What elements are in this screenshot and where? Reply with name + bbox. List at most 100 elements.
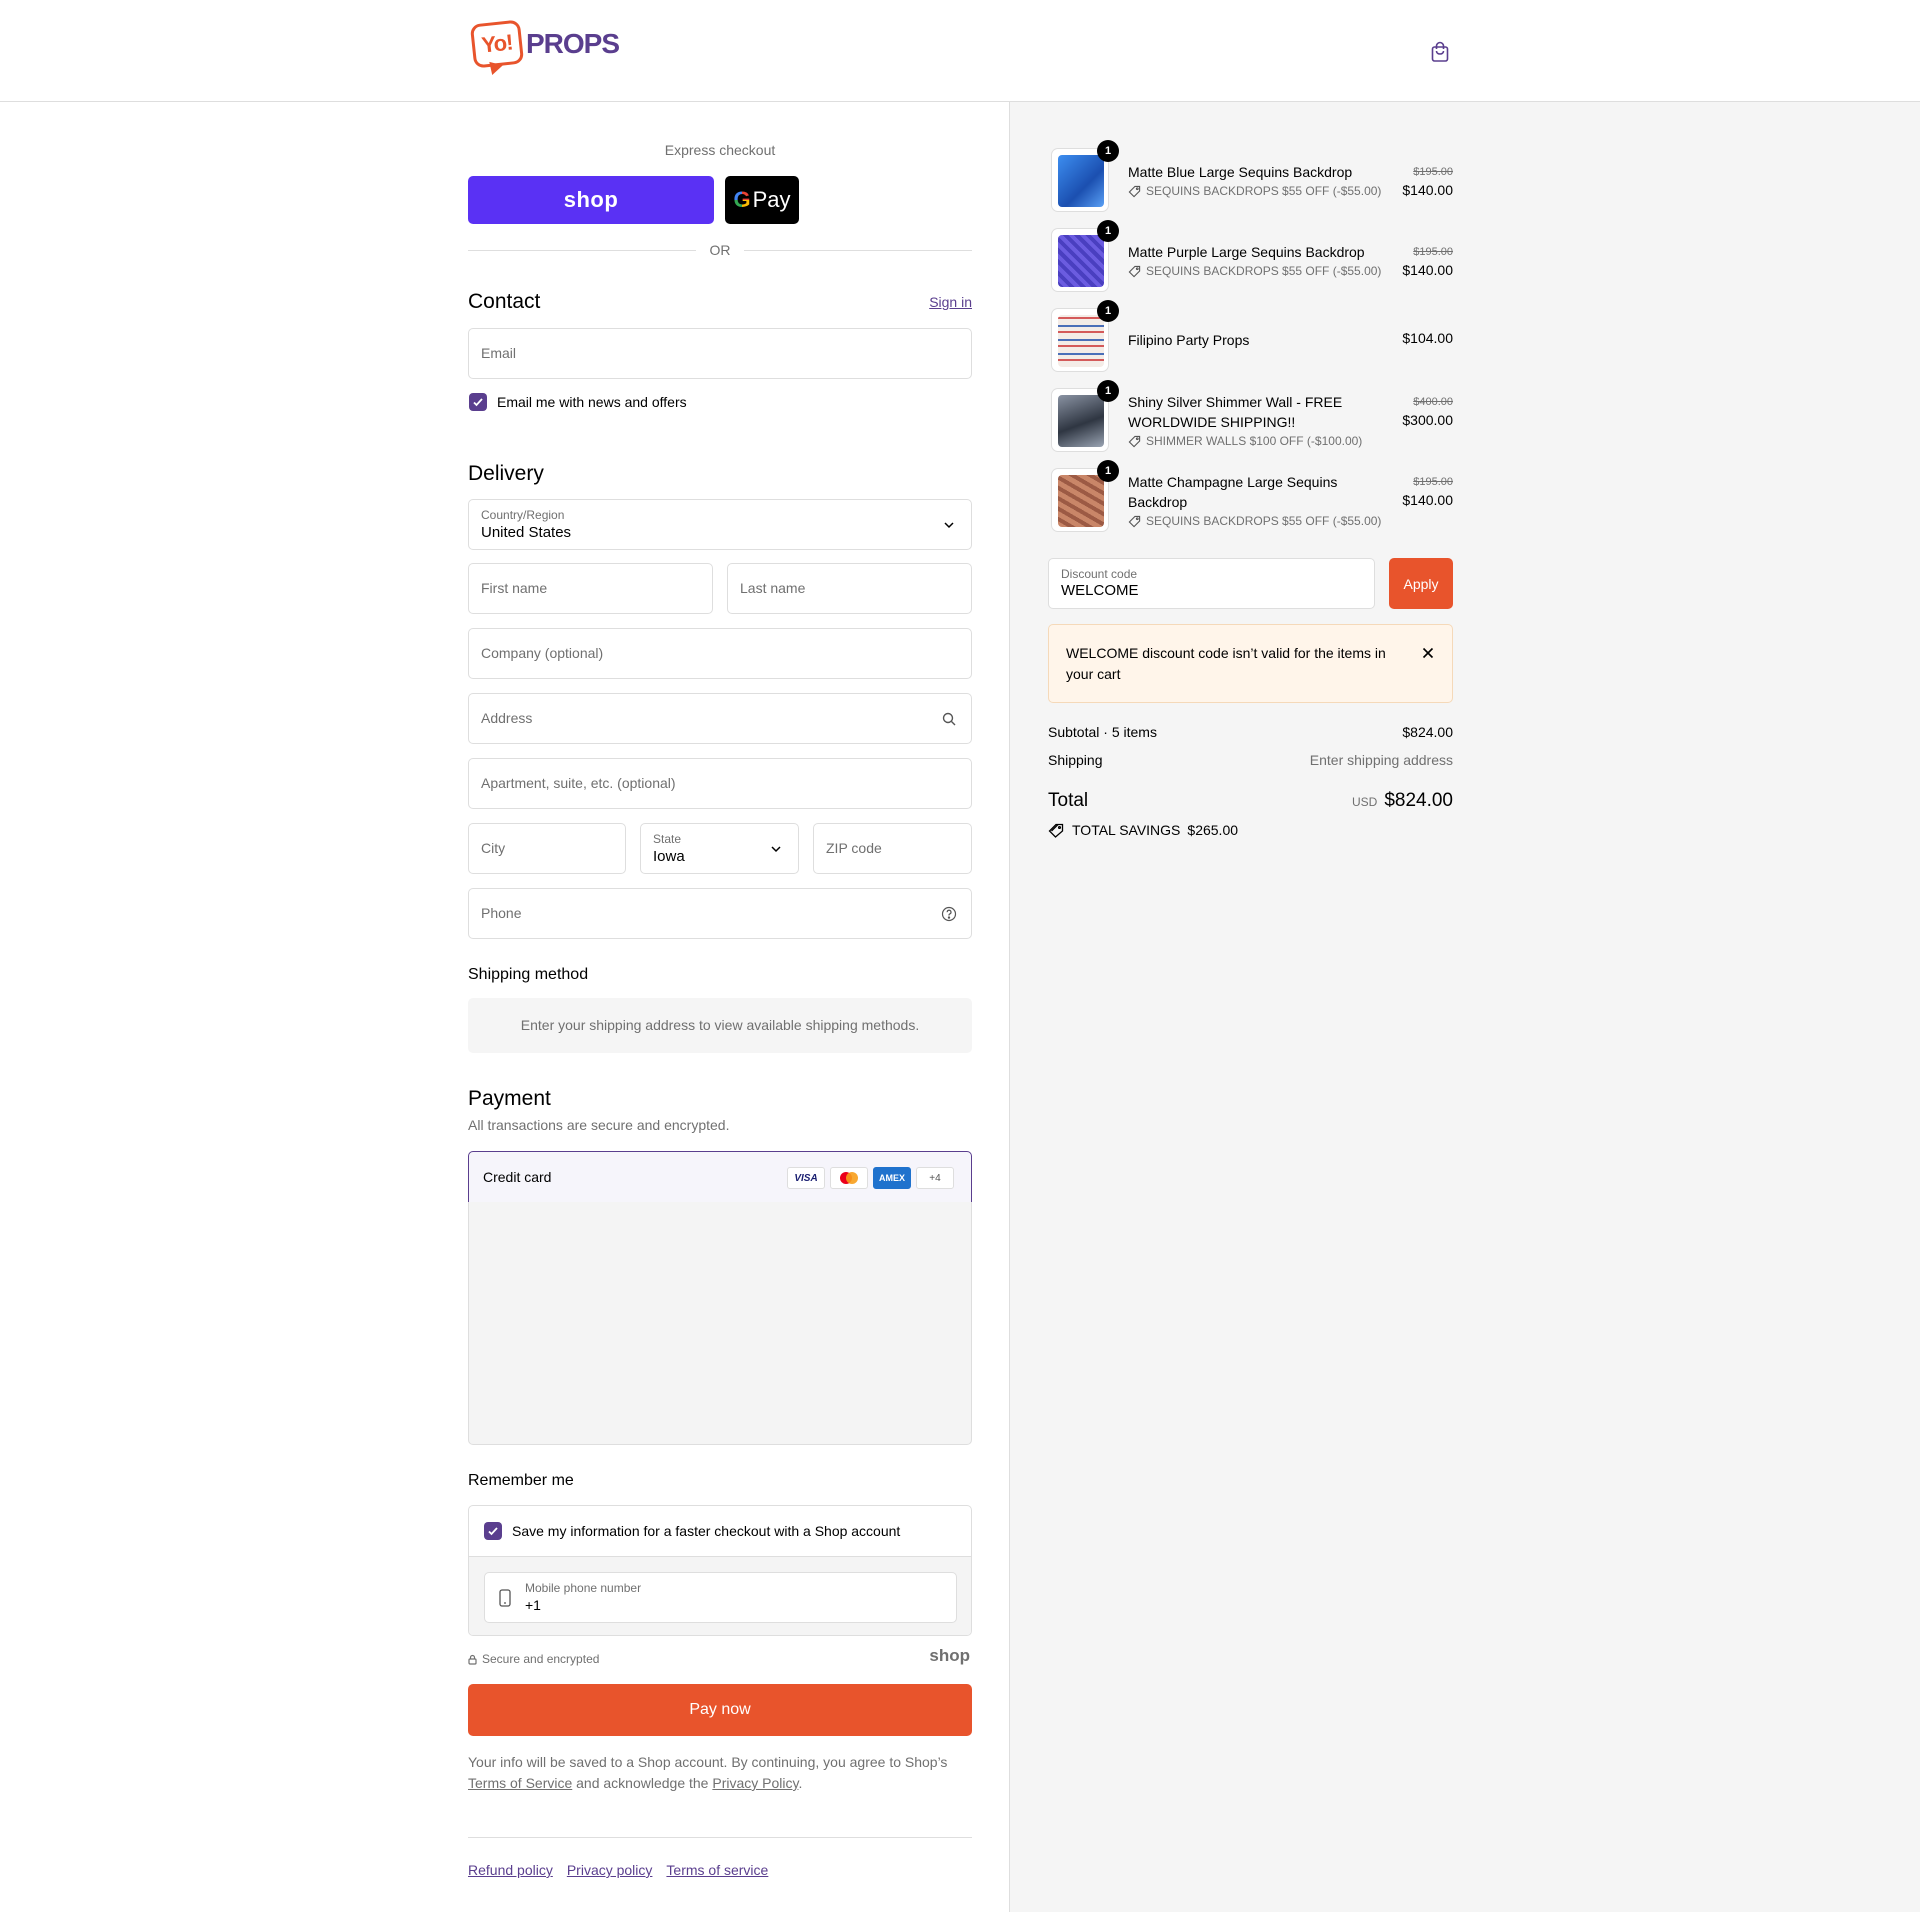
tag-icon [1128,435,1141,447]
item-name: Filipino Party Props [1128,332,1250,348]
city-field[interactable]: City [468,823,626,874]
express-checkout-title: Express checkout [664,142,776,158]
discount-code-label: Discount code [1061,567,1138,581]
cart-item: 1 Matte Purple Large Sequins Backdrop SE… [1048,220,1453,292]
pay-now-button[interactable]: Pay now [468,1684,972,1736]
zip-placeholder: ZIP code [826,840,882,856]
product-image [1058,155,1104,207]
google-pay-button[interactable]: G Pay [725,176,799,224]
cart-item: 1 Filipino Party Props $104.00 [1048,300,1453,372]
item-name-line2: Backdrop [1128,494,1188,510]
google-g-icon: G [733,187,751,212]
item-original-price: $195.00 [1413,476,1453,488]
total-savings-value: $265.00 [1187,822,1239,838]
shipping-method-title: Shipping method [468,966,589,983]
footer-divider [468,1837,972,1838]
shipping-label: Shipping [1048,752,1103,768]
first-name-field[interactable]: First name [468,563,713,614]
country-label: Country/Region [481,508,565,522]
credit-card-form [468,1202,972,1445]
contact-title: Contact [468,290,541,313]
item-discount-label: SEQUINS BACKDROPS $55 OFF (-$55.00) [1146,264,1382,278]
quantity-badge: 1 [1097,460,1119,482]
chevron-down-icon [944,522,954,529]
item-discount: SHIMMER WALLS $100 OFF (-$100.00) [1128,434,1362,448]
discount-code-field[interactable]: Discount code WELCOME [1048,558,1375,609]
close-icon[interactable] [1420,645,1436,661]
state-value: Iowa [653,848,685,865]
newsletter-checkbox[interactable] [469,393,487,411]
address-field[interactable]: Address [468,693,972,744]
help-circle-icon[interactable] [941,906,957,922]
item-discount-label: SEQUINS BACKDROPS $55 OFF (-$55.00) [1146,184,1382,198]
total-amount: USD $824.00 [1352,790,1453,812]
address-placeholder: Address [481,710,533,726]
currency-code: USD [1351,795,1378,809]
item-name: Shiny Silver Shimmer Wall - FREE [1128,394,1343,410]
mobile-phone-field[interactable]: Mobile phone number +1 [484,1572,957,1623]
email-field[interactable]: Email [468,328,972,379]
shop-privacy-link[interactable]: Privacy Policy [712,1775,798,1791]
item-discount-label: SHIMMER WALLS $100 OFF (-$100.00) [1146,434,1363,448]
shop-pay-label: shop [563,187,619,212]
company-field[interactable]: Company (optional) [468,628,972,679]
tag-icon [1128,515,1141,527]
apartment-field[interactable]: Apartment, suite, etc. (optional) [468,758,972,809]
last-name-placeholder: Last name [740,580,806,596]
phone-field[interactable]: Phone [468,888,972,939]
shop-brand-logo: shop [929,1646,970,1665]
header: Yo! PROPS [0,0,1920,102]
legal-text: Your info will be saved to a Shop accoun… [468,1752,972,1794]
credit-card-label: Credit card [483,1169,552,1185]
secure-label: Secure and encrypted [482,1652,600,1666]
zip-field[interactable]: ZIP code [813,823,972,874]
privacy-policy-link[interactable]: Privacy policy [567,1862,653,1878]
country-value: United States [481,524,572,541]
mobile-phone-value: +1 [525,1597,541,1613]
sign-in-link[interactable]: Sign in [929,294,972,310]
order-summary-panel [1009,102,1920,1912]
save-info-checkbox[interactable] [484,1522,502,1540]
quantity-badge: 1 [1097,300,1119,322]
total-label: Total [1048,790,1089,811]
legal-text-part1: Your info will be saved to a Shop accoun… [468,1754,948,1770]
total-savings: TOTAL SAVINGS $265.00 [1048,822,1238,838]
pay-now-label: Pay now [689,1701,751,1718]
credit-card-option[interactable]: Credit card VISA AMEX +4 [468,1151,972,1203]
refund-policy-link[interactable]: Refund policy [468,1862,553,1878]
item-discount: SEQUINS BACKDROPS $55 OFF (-$55.00) [1128,264,1381,278]
country-select[interactable]: Country/Region United States [468,499,972,550]
google-pay-label: Pay [752,187,791,212]
first-name-placeholder: First name [481,580,548,596]
shop-pay-button[interactable]: shop [468,176,714,224]
state-select[interactable]: State Iowa [640,823,799,874]
cart-item: 1 Matte Champagne Large Sequins Backdrop… [1048,460,1453,532]
logo-yo-text: Yo! [480,29,514,58]
mastercard-icon [830,1167,868,1189]
legal-text-part2: and acknowledge the [576,1775,709,1791]
chevron-down-icon [771,846,781,853]
remember-phone-section: Mobile phone number +1 [469,1556,971,1635]
last-name-field[interactable]: Last name [727,563,972,614]
item-name: Matte Blue Large Sequins Backdrop [1128,164,1353,180]
more-cards-badge: +4 [916,1167,954,1189]
discount-code-value: WELCOME [1061,582,1139,599]
terms-of-service-link[interactable]: Terms of service [666,1862,768,1878]
product-image [1058,395,1104,447]
item-discount: SEQUINS BACKDROPS $55 OFF (-$55.00) [1128,184,1381,198]
quantity-badge: 1 [1097,220,1119,242]
total-value: $824.00 [1384,790,1453,811]
product-image [1058,315,1104,367]
subtotal-value: $824.00 [1402,724,1453,740]
shipping-method-placeholder: Enter your shipping address to view avai… [468,998,972,1053]
state-label: State [653,832,682,846]
shop-terms-link[interactable]: Terms of Service [468,1775,572,1791]
cart-item: 1 Matte Blue Large Sequins Backdrop SEQU… [1048,140,1453,212]
phone-placeholder: Phone [481,905,522,921]
store-logo[interactable]: Yo! PROPS [469,19,620,69]
amex-icon: AMEX [873,1167,911,1189]
item-price: $140.00 [1402,492,1453,508]
footer-links: Refund policy Privacy policy Terms of se… [468,1862,768,1878]
apply-discount-button[interactable]: Apply [1389,558,1453,609]
bag-icon[interactable] [1428,40,1452,64]
